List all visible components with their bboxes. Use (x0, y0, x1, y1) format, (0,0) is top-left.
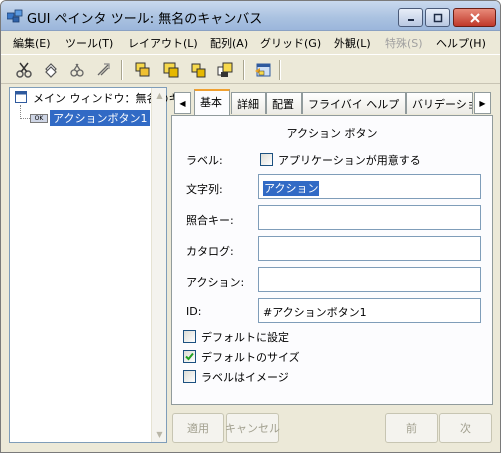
string-label: 文字列: (186, 183, 223, 196)
tab-flyby-help[interactable]: フライバイ ヘルプ (302, 92, 406, 114)
string-field[interactable]: アクション (258, 174, 481, 199)
menu-help[interactable]: ヘルプ(H) (436, 35, 486, 51)
ok-button-icon: OK (30, 114, 48, 123)
menu-bar: 編集(E) ツール(T) レイアウト(L) 配列(A) グリッド(G) 外観(L… (1, 32, 500, 52)
app-provided-checkbox[interactable] (260, 153, 273, 166)
app-icon (7, 9, 23, 23)
tool-cut[interactable] (14, 60, 34, 80)
maximize-button[interactable] (425, 8, 450, 27)
tab-placement[interactable]: 配置 (266, 92, 302, 114)
property-tabs: ◀ 基本 詳細 配置 フライバイ ヘルプ バリデーション ▶ (171, 88, 493, 116)
scissors-icon (16, 62, 32, 78)
key-label: 照合キー: (186, 214, 234, 227)
align-left-icon (135, 62, 150, 77)
tool-preview[interactable] (253, 60, 273, 80)
preview-window-icon (255, 63, 271, 77)
paste-icon (70, 63, 84, 77)
label-image-label: ラベルはイメージ (201, 371, 289, 384)
scroll-down-icon[interactable]: ▼ (152, 427, 167, 442)
tab-details[interactable]: 詳細 (231, 92, 266, 114)
title-bar[interactable]: GUI ペインタ ツール: 無名のキャンバス (1, 1, 500, 31)
label-row-label: ラベル: (186, 154, 223, 167)
toolbar-separator (121, 60, 123, 80)
tool-align-bottom[interactable] (215, 60, 235, 80)
toolbar-separator (279, 60, 281, 80)
action-label: アクション: (186, 276, 245, 289)
tool-paste[interactable] (67, 60, 87, 80)
close-icon (469, 12, 480, 23)
menu-special[interactable]: 特殊(S) (385, 35, 423, 51)
menu-tools[interactable]: ツール(T) (65, 35, 113, 51)
toolbar (1, 54, 500, 84)
tab-validation[interactable]: バリデーション (406, 92, 473, 114)
checkmark-icon (185, 352, 194, 361)
menu-layout[interactable]: レイアウト(L) (128, 35, 198, 51)
tool-copy[interactable] (41, 60, 61, 80)
delete-icon (97, 63, 110, 76)
string-value: アクション (263, 181, 320, 196)
minimize-button[interactable] (398, 8, 423, 27)
tree-scrollbar[interactable]: ▲ ▼ (151, 88, 166, 442)
align-bottom-icon (217, 62, 233, 77)
catalog-field[interactable] (258, 236, 481, 261)
minimize-icon (407, 18, 414, 21)
basic-properties-panel: アクション ボタン ラベル: アプリケーションが用意する 文字列: アクション … (171, 115, 493, 405)
prev-button[interactable]: 前 (385, 413, 438, 443)
id-label: ID: (186, 305, 202, 318)
menu-grid[interactable]: グリッド(G) (260, 35, 321, 51)
key-field[interactable] (258, 205, 481, 230)
tree-connector (20, 105, 30, 119)
cancel-button[interactable]: キャンセル (225, 413, 280, 443)
scroll-up-icon[interactable]: ▲ (152, 88, 167, 103)
menu-appearance[interactable]: 外観(L) (334, 35, 371, 51)
default-checkbox[interactable] (183, 330, 196, 343)
app-provided-label: アプリケーションが用意する (278, 154, 421, 167)
menu-array[interactable]: 配列(A) (210, 35, 248, 51)
tool-align-left[interactable] (133, 60, 153, 80)
default-size-label: デフォルトのサイズ (201, 351, 300, 364)
catalog-label: カタログ: (186, 245, 234, 258)
tool-delete[interactable] (93, 60, 113, 80)
label-image-checkbox[interactable] (183, 370, 196, 383)
copy-icon (45, 63, 57, 78)
align-top-icon (191, 63, 206, 78)
next-button[interactable]: 次 (439, 413, 492, 443)
id-field[interactable]: #アクションボタン1 (258, 298, 481, 323)
toolbar-separator (243, 60, 245, 80)
default-label: デフォルトに設定 (201, 331, 289, 344)
app-window: GUI ペインタ ツール: 無名のキャンバス 編集(E) ツール(T) レイアウ… (0, 0, 501, 453)
window-icon (15, 91, 27, 103)
align-right-icon (163, 62, 179, 78)
menu-edit[interactable]: 編集(E) (13, 35, 51, 51)
tab-scroll-left-icon[interactable]: ◀ (174, 92, 191, 114)
apply-button[interactable]: 適用 (172, 413, 224, 443)
default-size-checkbox[interactable] (183, 350, 196, 363)
maximize-icon (433, 13, 442, 22)
tool-align-right[interactable] (161, 60, 181, 80)
tab-basic[interactable]: 基本 (194, 89, 230, 115)
tree-item-action-button[interactable]: アクションボタン1 (50, 110, 151, 126)
action-field[interactable] (258, 267, 481, 292)
widget-tree[interactable]: メイン ウィンドウ：無名のキャンバス OK アクションボタン1 ▲ ▼ (9, 87, 179, 443)
close-button[interactable] (453, 8, 496, 27)
panel-title: アクション ボタン (286, 127, 378, 140)
tool-align-top[interactable] (188, 60, 208, 80)
tab-scroll-right-icon[interactable]: ▶ (474, 92, 491, 114)
window-title: GUI ペインタ ツール: 無名のキャンバス (27, 12, 263, 27)
